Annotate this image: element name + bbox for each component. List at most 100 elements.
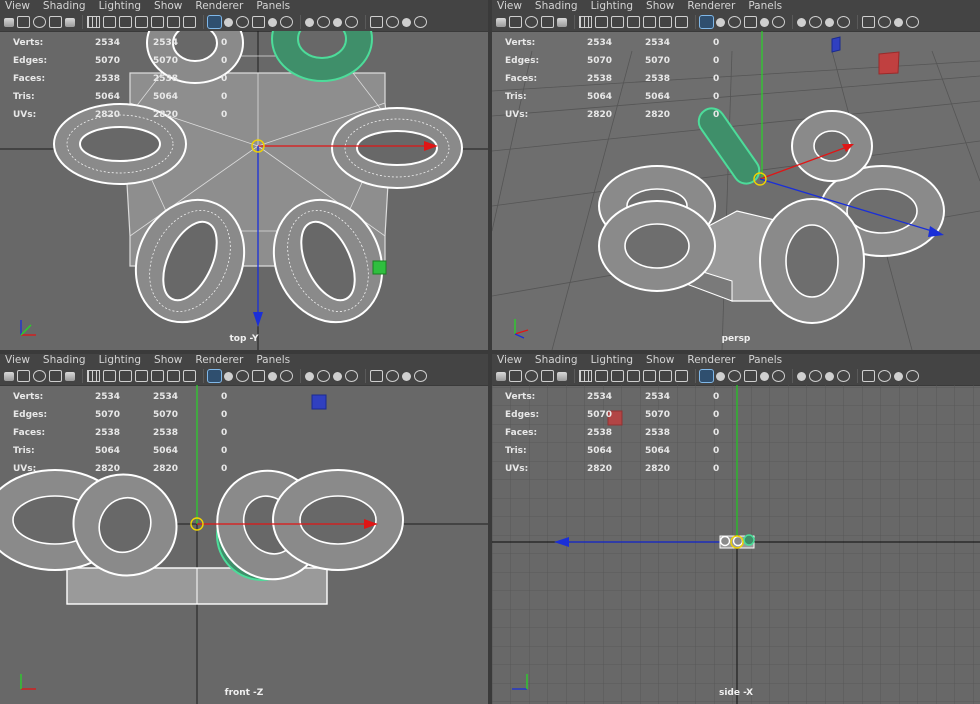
isolate-icon[interactable] [370,16,383,28]
isolate-icon[interactable] [862,16,875,28]
light-icon[interactable] [760,371,769,381]
viewport-side[interactable]: View Shading Lighting Show Renderer Pane… [492,354,980,704]
light-icon[interactable] [268,371,277,381]
torus-front-left[interactable] [598,200,716,292]
xray-components-icon[interactable] [414,16,427,28]
model-side-profile[interactable] [719,534,755,549]
texture-icon[interactable] [744,16,757,28]
isolate-icon[interactable] [862,370,875,382]
z-plane-handle[interactable] [831,36,841,53]
menu-panels[interactable]: Panels [748,354,782,367]
image-plane-icon[interactable] [49,16,62,28]
gate-mask-icon[interactable] [627,16,640,28]
z-plane-handle[interactable] [311,394,327,410]
safe-action-icon[interactable] [659,370,672,382]
safe-action-icon[interactable] [659,16,672,28]
texture-icon[interactable] [252,16,265,28]
gate-mask-icon[interactable] [135,370,148,382]
film-gate-icon[interactable] [595,370,608,382]
field-chart-icon[interactable] [151,370,164,382]
camera-attributes-icon[interactable] [509,16,522,28]
ambient-occlusion-icon[interactable] [305,17,314,27]
menu-show[interactable]: Show [646,354,674,367]
torus-right[interactable] [272,469,404,571]
menu-panels[interactable]: Panels [748,0,782,13]
viewport-front[interactable]: View Shading Lighting Show Renderer Pane… [0,354,488,704]
xray-icon[interactable] [878,16,891,28]
xray-joints-icon[interactable] [894,371,903,381]
wireframe-on-shaded-icon[interactable] [236,370,249,382]
safe-action-icon[interactable] [167,370,180,382]
menu-view[interactable]: View [5,0,30,13]
menu-lighting[interactable]: Lighting [591,0,633,13]
viewport-top[interactable]: View Shading Lighting Show Renderer Pane… [0,0,488,350]
menu-show[interactable]: Show [154,354,182,367]
depth-of-field-icon[interactable] [837,16,850,28]
safe-title-icon[interactable] [183,16,196,28]
two-d-pan-icon[interactable] [65,372,75,381]
bookmark-icon[interactable] [33,16,46,28]
two-d-pan-icon[interactable] [65,18,75,27]
depth-of-field-icon[interactable] [837,370,850,382]
anti-alias-icon[interactable] [333,17,342,27]
menu-panels[interactable]: Panels [256,354,290,367]
menu-lighting[interactable]: Lighting [99,0,141,13]
menu-shading[interactable]: Shading [535,0,578,13]
field-chart-icon[interactable] [643,370,656,382]
wireframe-icon[interactable] [699,15,714,29]
motion-blur-icon[interactable] [317,16,330,28]
menu-show[interactable]: Show [154,0,182,13]
image-plane-icon[interactable] [541,370,554,382]
wireframe-icon[interactable] [699,369,714,383]
grid-toggle-icon[interactable] [579,16,592,28]
resolution-gate-icon[interactable] [119,16,132,28]
safe-action-icon[interactable] [167,16,180,28]
camera-attributes-icon[interactable] [509,370,522,382]
isolate-icon[interactable] [370,370,383,382]
motion-blur-icon[interactable] [809,16,822,28]
depth-of-field-icon[interactable] [345,16,358,28]
bookmark-icon[interactable] [525,370,538,382]
shadow-icon[interactable] [280,370,293,382]
torus-front-right[interactable] [759,198,865,324]
field-chart-icon[interactable] [643,16,656,28]
ambient-occlusion-icon[interactable] [305,371,314,381]
wireframe-on-shaded-icon[interactable] [728,16,741,28]
menu-panels[interactable]: Panels [256,0,290,13]
resolution-gate-icon[interactable] [611,370,624,382]
texture-icon[interactable] [252,370,265,382]
film-gate-icon[interactable] [103,16,116,28]
film-gate-icon[interactable] [103,370,116,382]
xray-joints-icon[interactable] [894,17,903,27]
grid-toggle-icon[interactable] [87,16,100,28]
gate-mask-icon[interactable] [135,16,148,28]
light-icon[interactable] [760,17,769,27]
depth-of-field-icon[interactable] [345,370,358,382]
image-plane-icon[interactable] [541,16,554,28]
xray-icon[interactable] [878,370,891,382]
resolution-gate-icon[interactable] [611,16,624,28]
menu-renderer[interactable]: Renderer [687,354,735,367]
safe-title-icon[interactable] [675,16,688,28]
shadow-icon[interactable] [772,16,785,28]
wireframe-icon[interactable] [207,15,222,29]
menu-renderer[interactable]: Renderer [687,0,735,13]
film-gate-icon[interactable] [595,16,608,28]
wireframe-on-shaded-icon[interactable] [236,16,249,28]
safe-title-icon[interactable] [675,370,688,382]
menu-view[interactable]: View [497,0,522,13]
menu-view[interactable]: View [5,354,30,367]
camera-attributes-icon[interactable] [17,16,30,28]
torus-back[interactable] [791,110,873,182]
motion-blur-icon[interactable] [809,370,822,382]
smooth-shade-icon[interactable] [716,371,725,381]
menu-renderer[interactable]: Renderer [195,354,243,367]
wireframe-on-shaded-icon[interactable] [728,370,741,382]
menu-lighting[interactable]: Lighting [591,354,633,367]
two-d-pan-icon[interactable] [557,372,567,381]
camera-icon[interactable] [4,372,14,381]
menu-lighting[interactable]: Lighting [99,354,141,367]
ambient-occlusion-icon[interactable] [797,17,806,27]
camera-attributes-icon[interactable] [17,370,30,382]
camera-icon[interactable] [496,18,506,27]
